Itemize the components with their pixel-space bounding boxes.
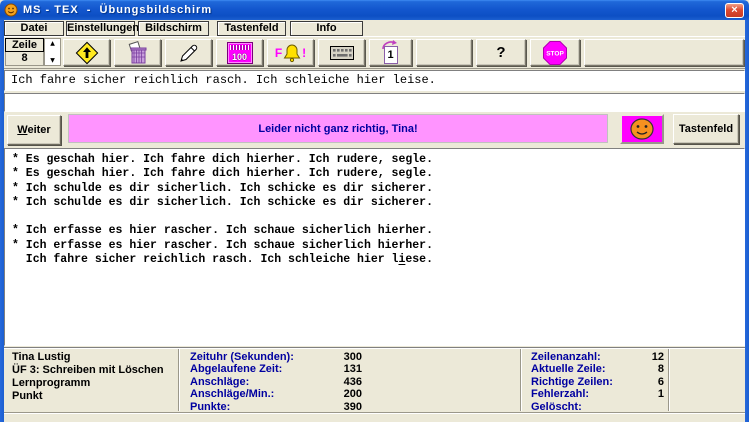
smiley-button[interactable] <box>620 114 664 144</box>
page-one-icon: 1 <box>380 41 402 65</box>
tastenfeld-button[interactable]: Tastenfeld <box>673 114 739 144</box>
close-button[interactable]: × <box>725 3 744 18</box>
score-100-icon: 100 <box>227 42 253 64</box>
toolbar-button-error-signal[interactable]: F ! <box>267 39 314 66</box>
result-line: * Es geschah hier. Ich fahre dich hierhe… <box>12 167 744 181</box>
stat-row: Zeilenanzahl:12 <box>531 351 664 363</box>
status-divider-1 <box>178 349 179 411</box>
result-line-blank <box>12 210 744 224</box>
toolbar-button-spacer-1[interactable] <box>416 39 472 66</box>
toolbar-button-spacer-2[interactable] <box>584 39 744 66</box>
toolbar-button-delete[interactable] <box>114 39 161 66</box>
program-mode: Lernprogramm <box>12 377 164 390</box>
help-icon: ? <box>496 44 505 61</box>
app-window: MS - TEX - Übungsbildschirm × Datei Eins… <box>0 0 749 422</box>
spinner-up-icon[interactable]: ▲ <box>45 39 60 48</box>
menu-datei[interactable]: Datei <box>4 21 64 36</box>
toolbar: Zeile 8 ▲ ▼ <box>4 37 745 69</box>
result-line: * Ich schulde es dir sicherlich. Ich sch… <box>12 196 744 210</box>
toolbar-button-stop[interactable]: STOP <box>530 39 580 66</box>
result-line-current: Ich fahre sicher reichlich rasch. Ich sc… <box>12 253 744 267</box>
typing-input[interactable] <box>4 93 745 112</box>
error-bell-icon: F ! <box>275 43 306 63</box>
titlebar: MS - TEX - Übungsbildschirm × <box>0 0 749 20</box>
stat-row: Aktuelle Zeile:8 <box>531 363 664 375</box>
spinner-down-icon[interactable]: ▼ <box>45 56 60 65</box>
svg-text:STOP: STOP <box>546 50 564 57</box>
window-border-right <box>745 20 749 422</box>
stat-row: Abgelaufene Zeit:131 <box>190 363 362 375</box>
line-spinner: Zeile 8 ▲ ▼ <box>5 38 61 66</box>
stat-row: Fehlerzahl:1 <box>531 388 664 400</box>
toolbar-button-priority[interactable] <box>63 39 110 66</box>
user-name: Tina Lustig <box>12 351 164 364</box>
result-line: * Ich erfasse es hier rascher. Ich schau… <box>12 239 744 253</box>
toolbar-button-keyboard[interactable] <box>318 39 365 66</box>
stat-row: Anschläge:436 <box>190 376 362 388</box>
toolbar-button-restart-line[interactable]: 1 <box>369 39 412 66</box>
feedback-message-text: Leider nicht ganz richtig, Tina! <box>258 123 417 135</box>
status-divider-2 <box>520 349 521 411</box>
trash-icon <box>125 40 151 66</box>
toolbar-button-help[interactable]: ? <box>476 39 526 66</box>
hand-pen-icon <box>176 40 202 66</box>
line-spinner-label: Zeile <box>5 38 44 52</box>
line-spinner-value: 8 <box>5 52 44 66</box>
target-line: Ich fahre sicher reichlich rasch. Ich sc… <box>4 70 745 91</box>
toolbar-button-score[interactable]: 100 <box>216 39 263 66</box>
stats-time: Zeituhr (Sekunden):300 Abgelaufene Zeit:… <box>190 351 362 413</box>
results-area: * Es geschah hier. Ich fahre dich hierhe… <box>4 148 745 346</box>
feedback-message: Leider nicht ganz richtig, Tina! <box>68 114 608 143</box>
status-panel: Tina Lustig ÜF 3: Schreiben mit Löschen … <box>4 347 745 412</box>
weiter-button[interactable]: Weiter <box>7 115 61 145</box>
toolbar-button-write[interactable] <box>165 39 212 66</box>
status-divider-3 <box>668 349 669 411</box>
user-info: Tina Lustig ÜF 3: Schreiben mit Löschen … <box>12 351 164 403</box>
app-logo-icon <box>4 3 18 17</box>
keyboard-icon <box>330 46 354 60</box>
window-title: MS - TEX - Übungsbildschirm <box>23 4 212 16</box>
menu-tastenfeld[interactable]: Tastenfeld <box>217 21 286 36</box>
menu-bildschirm[interactable]: Bildschirm <box>138 21 209 36</box>
smiley-face-icon <box>628 117 656 141</box>
stats-lines: Zeilenanzahl:12 Aktuelle Zeile:8 Richtig… <box>531 351 664 413</box>
window-bottom-edge <box>4 412 745 422</box>
stat-row: Zeituhr (Sekunden):300 <box>190 351 362 363</box>
result-line: * Ich schulde es dir sicherlich. Ich sch… <box>12 182 744 196</box>
exercise-name: ÜF 3: Schreiben mit Löschen <box>12 364 164 377</box>
stat-row: Anschläge/Min.:200 <box>190 388 362 400</box>
menu-einstellungen[interactable]: Einstellungen <box>66 21 135 36</box>
stop-icon: STOP <box>542 40 568 66</box>
diamond-up-arrow-icon <box>74 40 100 66</box>
menubar: Datei Einstellungen Bildschirm Tastenfel… <box>4 20 745 37</box>
result-line: * Ich erfasse es hier rascher. Ich schau… <box>12 224 744 238</box>
line-spinner-control: ▲ ▼ <box>44 38 61 66</box>
scoring-mode: Punkt <box>12 390 164 403</box>
stat-row: Richtige Zeilen:6 <box>531 376 664 388</box>
menu-info[interactable]: Info <box>290 21 363 36</box>
result-line: * Es geschah hier. Ich fahre dich hierhe… <box>12 153 744 167</box>
